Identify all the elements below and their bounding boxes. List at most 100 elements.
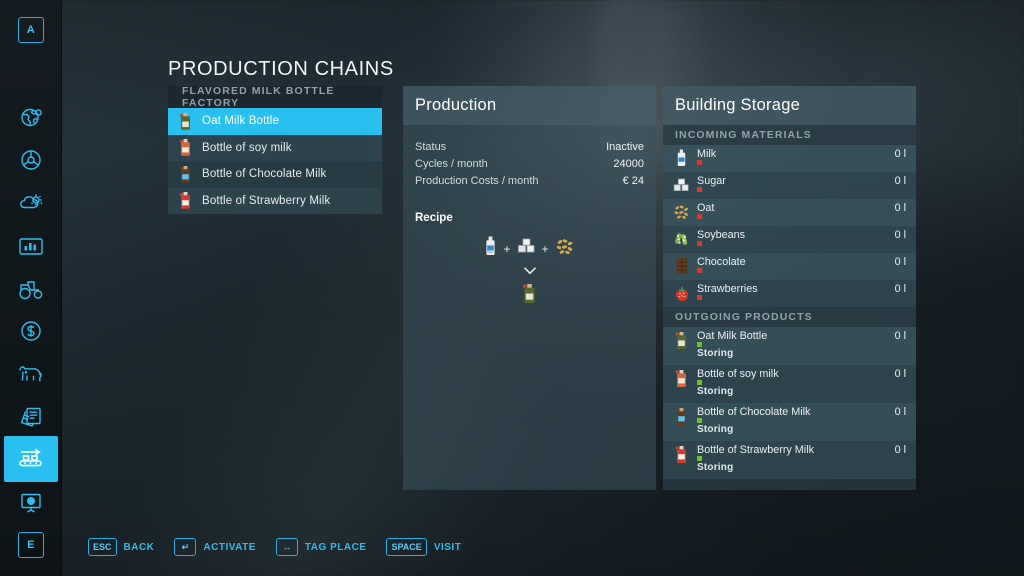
storage-item-status: Storing	[697, 424, 734, 435]
chain-list-item-label: Bottle of soy milk	[202, 141, 292, 154]
storage-panel-header: Building Storage	[663, 86, 916, 125]
storage-row-outgoing[interactable]: Bottle of Strawberry Milk 0 l Storing	[663, 441, 916, 479]
storage-item-label: Bottle of soy milk	[697, 368, 779, 380]
storage-row-outgoing[interactable]: Oat Milk Bottle 0 l Storing	[663, 327, 916, 365]
sidebar-prev-key-label: A	[26, 24, 36, 36]
incoming-materials-label: INCOMING MATERIALS	[675, 129, 812, 141]
sugar-icon	[673, 175, 690, 195]
sidebar-item-contracts[interactable]	[8, 394, 54, 440]
sidebar-item-finances[interactable]	[8, 308, 54, 354]
fill-marker	[697, 294, 702, 300]
help-action-back[interactable]: ESC BACK	[88, 538, 154, 556]
production-panel-header: Production	[403, 86, 656, 125]
incoming-materials-header: INCOMING MATERIALS	[663, 125, 916, 145]
sidebar-item-statistics[interactable]	[8, 223, 54, 269]
sidebar-next-key[interactable]: E	[18, 532, 44, 558]
sidebar-item-production[interactable]	[4, 436, 58, 482]
help-label-tag-place: TAG PLACE	[304, 541, 367, 553]
help-key-enter: ↵	[174, 538, 197, 556]
chocolate-icon	[673, 256, 690, 276]
fill-marker	[697, 186, 702, 192]
help-action-activate[interactable]: ↵ ACTIVATE	[174, 538, 256, 556]
help-label-back: BACK	[123, 541, 155, 553]
production-stat-value: 24000	[613, 158, 644, 170]
fill-marker	[697, 417, 702, 423]
recipe-plus: +	[541, 241, 549, 256]
chain-list-item[interactable]: Bottle of Chocolate Milk	[168, 161, 382, 188]
help-label-activate: ACTIVATE	[203, 541, 256, 553]
storage-row-outgoing[interactable]: Bottle of Chocolate Milk 0 l Storing	[663, 403, 916, 441]
help-key-esc: ESC	[88, 538, 117, 556]
chains-list-header-label: FLAVORED MILK BOTTLE FACTORY	[182, 85, 335, 109]
oat-milk-bottle-icon	[673, 330, 690, 350]
statistics-icon	[18, 235, 44, 257]
storage-panel-title: Building Storage	[675, 96, 801, 114]
help-key-space: SPACE	[386, 538, 427, 556]
fill-marker	[697, 240, 702, 246]
oat-milk-bottle-icon	[177, 111, 194, 131]
sidebar-item-animals[interactable]	[8, 351, 54, 397]
recipe-inputs: + +	[484, 236, 574, 261]
storage-row-incoming[interactable]: Milk 0 l	[663, 145, 916, 172]
storage-item-label: Bottle of Chocolate Milk	[697, 406, 811, 418]
oat-icon	[673, 202, 690, 222]
sidebar-item-vehicles[interactable]	[8, 266, 54, 312]
chocolate-milk-bottle-icon	[673, 406, 690, 426]
vehicle-icon	[19, 148, 43, 172]
chain-list-item-label: Bottle of Chocolate Milk	[202, 168, 327, 181]
sidebar-item-vehicle-control[interactable]	[8, 137, 54, 183]
outgoing-products-label: OUTGOING PRODUCTS	[675, 311, 813, 323]
chain-list-item-label: Oat Milk Bottle	[202, 115, 280, 128]
help-action-tag-place[interactable]: ↔ TAG PLACE	[275, 538, 367, 556]
storage-item-amount: 0 l	[894, 148, 906, 160]
sidebar-item-info[interactable]	[8, 480, 54, 526]
strawberry-milk-bottle-icon	[177, 191, 194, 211]
help-label-visit: VISIT	[433, 541, 462, 553]
sugar-icon	[517, 238, 536, 260]
production-stat-row: Status Inactive	[403, 139, 656, 156]
help-bar: ESC BACK ↵ ACTIVATE ↔ TAG PLACE SPACE VI…	[88, 538, 461, 556]
fill-marker	[697, 341, 702, 347]
sidebar-item-weather[interactable]	[8, 180, 54, 226]
strawberry-milk-bottle-icon	[673, 444, 690, 464]
production-icon	[16, 447, 46, 471]
oat-icon	[555, 238, 575, 260]
recipe-output	[521, 282, 538, 309]
chain-list-item[interactable]: Oat Milk Bottle	[168, 108, 382, 135]
animals-icon	[17, 363, 45, 385]
chain-list-item[interactable]: Bottle of Strawberry Milk	[168, 187, 382, 214]
storage-item-amount: 0 l	[894, 330, 906, 342]
sidebar-item-map[interactable]	[8, 95, 54, 141]
sidebar-prev-key[interactable]: A	[18, 17, 44, 43]
weather-icon	[18, 191, 44, 215]
production-panel: Production Status Inactive Cycles / mont…	[403, 86, 656, 490]
oat-milk-bottle-icon	[521, 283, 538, 308]
milk-icon	[673, 148, 690, 168]
storage-row-incoming[interactable]: Oat 0 l	[663, 199, 916, 226]
recipe-title: Recipe	[415, 212, 453, 224]
storage-row-incoming[interactable]: Sugar 0 l	[663, 172, 916, 199]
fill-marker	[697, 267, 702, 273]
storage-row-outgoing[interactable]: Bottle of soy milk 0 l Storing	[663, 365, 916, 403]
fill-marker	[697, 379, 702, 385]
storage-item-label: Strawberries	[697, 283, 758, 295]
storage-item-amount: 0 l	[894, 368, 906, 380]
storage-item-amount: 0 l	[894, 202, 906, 214]
soybeans-icon	[673, 229, 690, 249]
contracts-icon	[18, 405, 44, 429]
help-action-visit[interactable]: SPACE VISIT	[386, 538, 461, 556]
recipe-plus: +	[503, 241, 511, 256]
soy-milk-bottle-icon	[177, 138, 194, 158]
fill-marker	[697, 213, 702, 219]
storage-row-incoming[interactable]: Soybeans 0 l	[663, 226, 916, 253]
tractor-icon	[17, 278, 45, 300]
chain-list-item[interactable]: Bottle of soy milk	[168, 134, 382, 161]
production-stat-value: € 24	[622, 175, 644, 187]
production-chains-list: FLAVORED MILK BOTTLE FACTORY Oat Milk Bo…	[168, 85, 382, 214]
storage-row-incoming[interactable]: Chocolate 0 l	[663, 253, 916, 280]
chain-list-item-label: Bottle of Strawberry Milk	[202, 194, 331, 207]
help-key-arrows: ↔	[275, 538, 298, 556]
outgoing-products-header: OUTGOING PRODUCTS	[663, 307, 916, 327]
soy-milk-bottle-icon	[673, 368, 690, 388]
storage-row-incoming[interactable]: Strawberries 0 l	[663, 280, 916, 307]
